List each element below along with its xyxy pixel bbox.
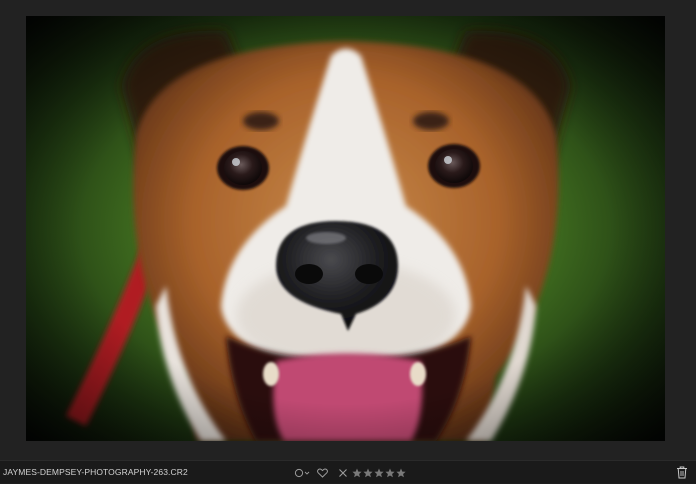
rating-tools [293, 465, 407, 480]
star-icon-5[interactable] [396, 468, 406, 478]
filename-label: JAYMES-DEMPSEY-PHOTOGRAPHY-263.CR2 [3, 467, 188, 477]
close-icon[interactable] [337, 468, 349, 478]
image-viewer [0, 0, 696, 460]
dog-photo [26, 16, 665, 441]
star-icon-2[interactable] [363, 468, 373, 478]
heart-icon[interactable] [311, 468, 333, 478]
star-icon-3[interactable] [374, 468, 384, 478]
photo-preview[interactable] [26, 16, 665, 441]
star-rating[interactable] [352, 468, 407, 478]
star-icon-1[interactable] [352, 468, 362, 478]
star-icon-4[interactable] [385, 468, 395, 478]
color-label-icon[interactable] [293, 468, 311, 478]
bottom-toolbar: JAYMES-DEMPSEY-PHOTOGRAPHY-263.CR2 [0, 460, 696, 483]
trash-icon[interactable] [676, 466, 688, 479]
